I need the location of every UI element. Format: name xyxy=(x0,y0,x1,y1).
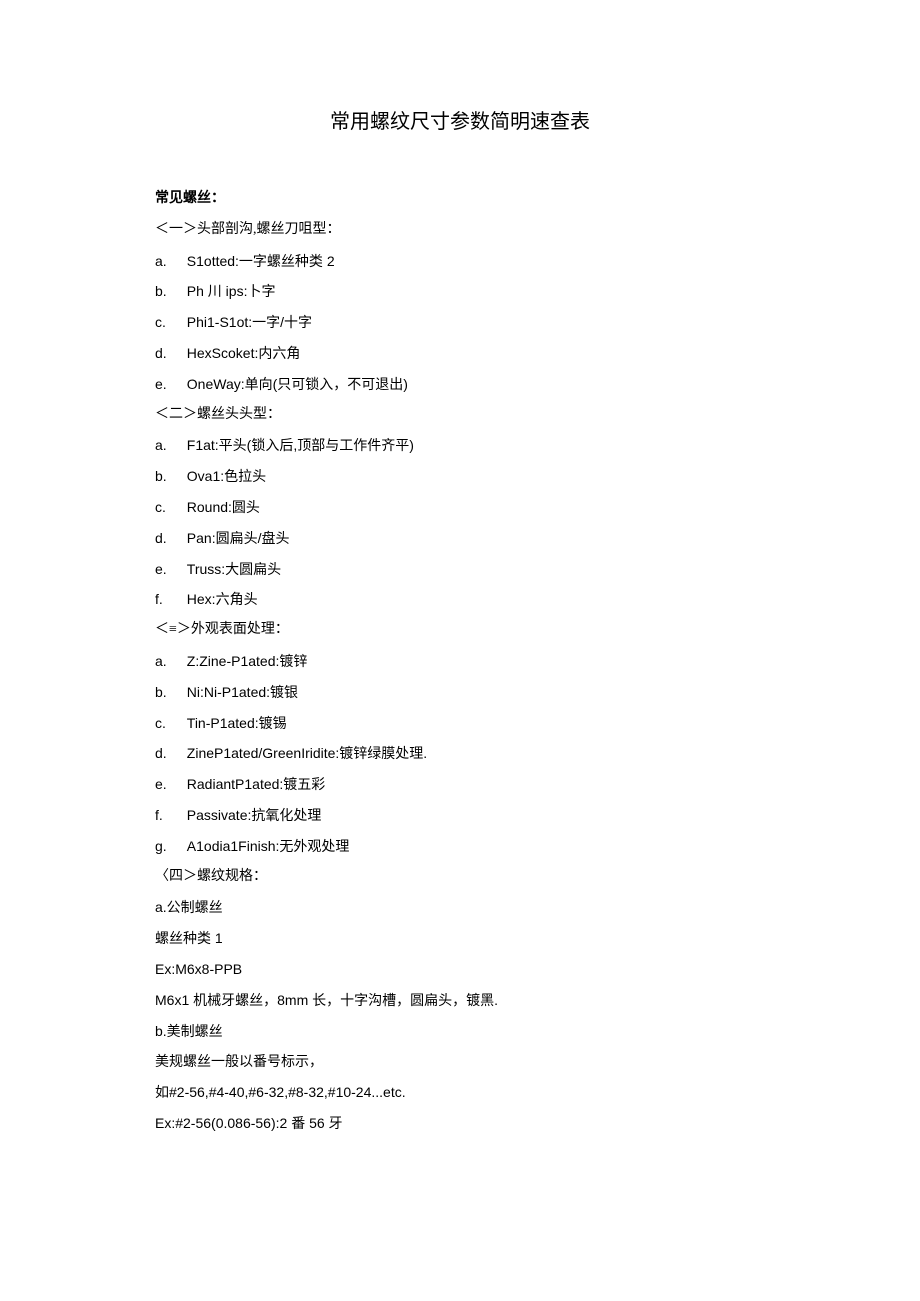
item-text: Z:Zine-P1ated:镀锌 xyxy=(187,653,308,669)
section-2-item: a. F1at:平头(锁入后,顶部与工作件齐平) xyxy=(155,430,765,461)
item-label: f. xyxy=(155,800,179,831)
item-label: d. xyxy=(155,523,179,554)
item-label: a. xyxy=(155,246,179,277)
section-4-line: a.公制螺丝 xyxy=(155,892,765,923)
item-label: e. xyxy=(155,769,179,800)
item-label: b. xyxy=(155,461,179,492)
section-1-item: e. OneWay:单向(只可锁入，不可退出) xyxy=(155,369,765,400)
item-text: Pan:圆扁头/盘头 xyxy=(187,530,290,546)
item-text: Tin-P1ated:镀锡 xyxy=(187,715,287,731)
item-label: c. xyxy=(155,492,179,523)
section-4-line: b.美制螺丝 xyxy=(155,1016,765,1047)
section-2-item: c. Round:圆头 xyxy=(155,492,765,523)
item-text: Ni:Ni-P1ated:镀银 xyxy=(187,684,298,700)
section-2-item: b. Ova1:色拉头 xyxy=(155,461,765,492)
section-4-line: Ex:#2-56(0.086-56):2 番 56 牙 xyxy=(155,1108,765,1139)
section-1-title: ＜一＞头部剖沟,螺丝刀咀型： xyxy=(155,215,765,246)
section-3-item: a. Z:Zine-P1ated:镀锌 xyxy=(155,646,765,677)
header-common-screws: 常见螺丝： xyxy=(155,184,765,215)
section-4-line: 如#2-56,#4-40,#6-32,#8-32,#10-24...etc. xyxy=(155,1077,765,1108)
section-2-item: e. Truss:大圆扁头 xyxy=(155,554,765,585)
item-label: g. xyxy=(155,831,179,862)
item-label: d. xyxy=(155,738,179,769)
item-text: S1otted:一字螺丝种类 2 xyxy=(187,253,335,269)
section-1-item: b. Ph 川 ips:卜字 xyxy=(155,276,765,307)
section-1-item: a. S1otted:一字螺丝种类 2 xyxy=(155,246,765,277)
section-3-item: e. RadiantP1ated:镀五彩 xyxy=(155,769,765,800)
section-4-line: 螺丝种类 1 xyxy=(155,923,765,954)
section-3-title: ＜≡＞外观表面处理： xyxy=(155,615,765,646)
item-label: b. xyxy=(155,276,179,307)
item-label: c. xyxy=(155,708,179,739)
item-text: ZineP1ated/GreenIridite:镀锌绿膜处理. xyxy=(187,745,427,761)
section-1-item: d. HexScoket:内六角 xyxy=(155,338,765,369)
section-2-item: f. Hex:六角头 xyxy=(155,584,765,615)
section-2-title: ＜二＞螺丝头头型： xyxy=(155,400,765,431)
item-label: f. xyxy=(155,584,179,615)
section-1-item: c. Phi1-S1ot:一字/十字 xyxy=(155,307,765,338)
item-text: Ova1:色拉头 xyxy=(187,468,266,484)
item-label: d. xyxy=(155,338,179,369)
item-text: HexScoket:内六角 xyxy=(187,345,301,361)
item-text: Passivate:抗氧化处理 xyxy=(187,807,322,823)
section-3-item: b. Ni:Ni-P1ated:镀银 xyxy=(155,677,765,708)
item-text: OneWay:单向(只可锁入，不可退出) xyxy=(187,376,408,392)
item-label: a. xyxy=(155,646,179,677)
item-text: Ph 川 ips:卜字 xyxy=(187,283,276,299)
item-text: F1at:平头(锁入后,顶部与工作件齐平) xyxy=(187,437,414,453)
section-4-line: 美规螺丝一般以番号标示， xyxy=(155,1046,765,1077)
section-3-item: f. Passivate:抗氧化处理 xyxy=(155,800,765,831)
item-label: e. xyxy=(155,369,179,400)
item-text: A1odia1Finish:无外观处理 xyxy=(187,838,350,854)
item-label: a. xyxy=(155,430,179,461)
section-2-item: d. Pan:圆扁头/盘头 xyxy=(155,523,765,554)
item-text: Hex:六角头 xyxy=(187,591,258,607)
section-3-item: g. A1odia1Finish:无外观处理 xyxy=(155,831,765,862)
section-4-title: 〈四＞螺纹规格： xyxy=(155,862,765,893)
item-text: Phi1-S1ot:一字/十字 xyxy=(187,314,312,330)
item-label: e. xyxy=(155,554,179,585)
section-3-item: c. Tin-P1ated:镀锡 xyxy=(155,708,765,739)
item-label: c. xyxy=(155,307,179,338)
item-text: RadiantP1ated:镀五彩 xyxy=(187,776,326,792)
section-3-item: d. ZineP1ated/GreenIridite:镀锌绿膜处理. xyxy=(155,738,765,769)
item-text: Round:圆头 xyxy=(187,499,260,515)
document-title: 常用螺纹尺寸参数简明速查表 xyxy=(155,100,765,144)
item-label: b. xyxy=(155,677,179,708)
item-text: Truss:大圆扁头 xyxy=(187,561,281,577)
section-4-line: M6x1 机械牙螺丝，8mm 长，十字沟槽，圆扁头，镀黑. xyxy=(155,985,765,1016)
section-4-line: Ex:M6x8-PPB xyxy=(155,954,765,985)
